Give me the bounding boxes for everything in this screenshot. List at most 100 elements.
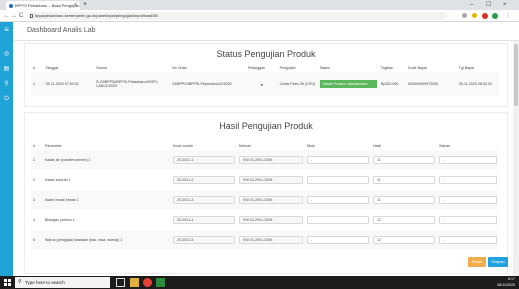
close-window-button[interactable]: × [503, 0, 507, 10]
minimize-button[interactable]: – [470, 0, 473, 10]
metode-cell: SNI 01-2901-2006 [237, 150, 305, 170]
mutu-input[interactable]: - [307, 236, 369, 244]
reload-button[interactable]: C [19, 10, 23, 22]
new-tab-button[interactable]: + [83, 0, 87, 10]
no-order-cell: 23/BPPSI/BPPSI-Pekanbaru/11/2020 [172, 82, 232, 86]
mutu-input[interactable]: - [307, 216, 369, 224]
star-icon[interactable] [472, 13, 477, 18]
column-header: Metode [239, 144, 251, 148]
column-header: Pengujian [279, 66, 296, 70]
mutu-input[interactable]: - [307, 176, 369, 184]
excel-icon[interactable] [156, 278, 165, 287]
task-view-icon[interactable] [116, 278, 125, 287]
metode-field[interactable]: SNI 01-2901-2006 [239, 156, 303, 164]
satuan-input[interactable]: - [439, 176, 497, 184]
column-header: Tanggal [45, 66, 59, 70]
forward-button[interactable]: → [11, 10, 17, 22]
taskbar-search[interactable]: ⚲ Type here to search [15, 277, 110, 288]
hasil-input[interactable]: 11 [373, 196, 435, 204]
metode-cell: SNI 01-2901-2006 [237, 170, 305, 190]
favicon-icon [9, 3, 13, 8]
avatar-icon[interactable]: ◎ [0, 50, 13, 58]
hasil-input[interactable]: 11 [373, 176, 435, 184]
save-button[interactable]: Simpan [488, 257, 508, 267]
kode-contoh-field[interactable]: 20-0021-2 [173, 176, 235, 184]
mutu-cell: - [305, 190, 371, 210]
satuan-input[interactable]: - [439, 236, 497, 244]
tanggal-cell: 05-11-2020 07:53:52 [45, 82, 79, 86]
table-row[interactable]: 1 05-11-2020 07:53:52 R.23/BPPSI/BPPSI-P… [31, 72, 499, 96]
result-table: # Parameter Kode contoh Metode Mutu Hasi… [31, 142, 499, 250]
parameter-cell: Kadar kotoran 1 [45, 178, 71, 182]
result-title: Hasil Pengujian Produk [219, 121, 313, 131]
hasil-input[interactable]: 12 [373, 216, 435, 224]
kode-contoh-field[interactable]: 20-0021-5 [173, 236, 235, 244]
column-header: Kode contoh [173, 144, 194, 148]
scrollbar[interactable] [513, 41, 519, 276]
tab-title: BPPSI Pekanbaru – Balai Pengujian [15, 3, 80, 8]
key-icon[interactable] [462, 13, 467, 18]
windows-start-icon[interactable] [4, 279, 11, 286]
satuan-cell: - [437, 230, 499, 250]
parameter-cell: Warna (pengujian keadaan (bau, rasa, war… [45, 238, 123, 242]
menu-toggle-icon[interactable]: ≡ [0, 26, 13, 34]
mutu-cell: - [305, 210, 371, 230]
chrome-icon[interactable] [143, 278, 152, 287]
satuan-input[interactable]: - [439, 196, 497, 204]
row-number: 2 [33, 178, 35, 182]
status-card: Status Pengujian Produk # Tanggal Nomor … [24, 43, 508, 107]
column-header: Kode Bayar [408, 66, 427, 70]
row-index: 1 [33, 82, 35, 86]
hasil-cell: 11 [371, 150, 437, 170]
location-icon[interactable]: ⚲ [0, 80, 13, 88]
hasil-input[interactable]: 12 [373, 236, 435, 244]
back-button[interactable]: ← [4, 10, 10, 22]
mutu-input[interactable]: - [307, 156, 369, 164]
scrollbar-thumb[interactable] [514, 44, 518, 106]
hasil-cell: 11 [371, 190, 437, 210]
tab-close-icon[interactable]: × [74, 1, 77, 10]
metode-field[interactable]: SNI 01-2901-2006 [239, 216, 303, 224]
url-text: bppsipekanbaru.kemenperin.go.id/panel/bp… [35, 13, 158, 18]
table-row: 4 Bilangan yodium 1 20-0021-4 SNI 01-2901-2… [31, 210, 499, 230]
browser-menu-icon[interactable]: ⋮ [505, 10, 511, 22]
kode-contoh-cell: 20-0021-3 [171, 190, 237, 210]
column-header: Mutu [307, 144, 315, 148]
metode-field[interactable]: SNI 01-2901-2006 [239, 196, 303, 204]
mutu-cell: - [305, 150, 371, 170]
metode-field[interactable]: SNI 01-2901-2006 [239, 236, 303, 244]
satuan-cell: - [437, 190, 499, 210]
kode-contoh-field[interactable]: 20-0021-4 [173, 216, 235, 224]
address-bar[interactable]: bppsipekanbaru.kemenperin.go.id/panel/bp… [27, 12, 447, 20]
mutu-input[interactable]: - [307, 196, 369, 204]
taskbar: ⚲ Type here to search 8:17 06/11/2020 [0, 276, 519, 289]
restore-button[interactable]: ☐ [486, 0, 491, 10]
power-icon[interactable]: ⏻ [0, 95, 13, 103]
hasil-input[interactable]: 11 [373, 156, 435, 164]
column-header: Nomor [96, 66, 108, 70]
extension-icon[interactable] [482, 13, 488, 19]
column-header: Tagihan [380, 66, 394, 70]
kode-contoh-cell: 20-0021-5 [171, 230, 237, 250]
system-tray[interactable]: 8:17 06/11/2020 [497, 276, 515, 288]
satuan-input[interactable]: - [439, 216, 497, 224]
kode-contoh-field[interactable]: 20-0021-3 [173, 196, 235, 204]
browser-toolbar: ← → C bppsipekanbaru.kemenperin.go.id/pa… [0, 10, 519, 22]
column-header: # [33, 66, 35, 70]
row-number: 5 [33, 238, 35, 242]
kode-contoh-cell: 20-0021-4 [171, 210, 237, 230]
pelanggan-cell: ● [260, 81, 264, 87]
reset-button[interactable]: Reset [468, 257, 486, 267]
profile-icon[interactable] [492, 13, 498, 19]
status-header-row: # Tanggal Nomor No Order Pelanggan Pengu… [31, 64, 499, 72]
status-table: # Tanggal Nomor No Order Pelanggan Pengu… [31, 64, 499, 96]
column-header: Tgl Bayar [458, 66, 475, 70]
browser-tab[interactable]: BPPSI Pekanbaru – Balai Pengujian × [6, 1, 80, 10]
metode-field[interactable]: SNI 01-2901-2006 [239, 176, 303, 184]
kode-contoh-field[interactable]: 20-0021-1 [173, 156, 235, 164]
satuan-input[interactable]: - [439, 156, 497, 164]
file-explorer-icon[interactable] [130, 278, 139, 287]
metode-cell: SNI 01-2901-2006 [237, 190, 305, 210]
list-icon[interactable]: ▤ [0, 65, 13, 73]
table-row: 3 Asam lemak bebas 1 20-0021-3 SNI 01-2901-… [31, 190, 499, 210]
